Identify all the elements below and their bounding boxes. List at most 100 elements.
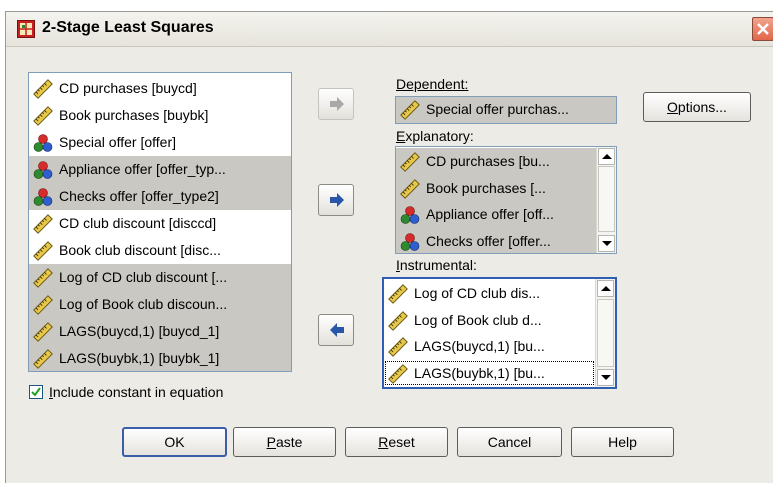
variable-item[interactable]: LAGS(buybk,1) [buybk_1] — [29, 345, 291, 371]
variable-item-label: Appliance offer [offer_typ... — [59, 161, 226, 177]
paste-button[interactable]: Paste — [233, 427, 336, 457]
scale-ruler-icon — [388, 284, 408, 304]
move-to-dependent-button[interactable] — [318, 88, 354, 120]
explanatory-item[interactable]: Book purchases [... — [396, 174, 596, 201]
explanatory-item-label: CD purchases [bu... — [426, 153, 550, 169]
instrumental-label: Instrumental: — [396, 257, 477, 273]
nominal-balls-icon — [33, 134, 53, 152]
variable-item[interactable]: CD club discount [disccd] — [29, 210, 291, 237]
variable-item[interactable]: Book club discount [disc... — [29, 237, 291, 264]
instrumental-item[interactable]: Log of Book club d... — [384, 307, 595, 334]
explanatory-item-label: Book purchases [... — [426, 179, 546, 196]
cancel-button[interactable]: Cancel — [457, 427, 562, 457]
dependent-variable-label: Special offer purchas... — [426, 101, 569, 117]
instrumental-list[interactable]: Log of CD club dis... Log of Book club d.… — [382, 277, 617, 389]
ok-button[interactable]: OK — [122, 427, 227, 457]
app-icon — [17, 20, 35, 38]
variable-item[interactable]: CD purchases [buycd] — [29, 75, 291, 102]
vertical-scrollbar[interactable] — [596, 147, 616, 253]
instrumental-item[interactable]: Log of CD club dis... — [384, 280, 595, 307]
scroll-down-arrow-icon — [601, 375, 611, 380]
dependent-field[interactable]: Special offer purchas... — [395, 96, 617, 124]
variable-item-label: Log of CD club discount [... — [59, 269, 228, 285]
checkmark-icon — [31, 387, 41, 397]
scale-ruler-icon — [400, 152, 420, 172]
variable-item[interactable]: Book purchases [buybk] — [29, 102, 291, 129]
variable-item[interactable]: Appliance offer [offer_typ... — [29, 156, 291, 183]
explanatory-list[interactable]: CD purchases [bu... Book purchases [... Ap… — [395, 146, 617, 254]
variable-item-label: Checks offer [offer_type2] — [59, 188, 219, 204]
variable-item-label: LAGS(buybk,1) [buybk_1] — [59, 350, 220, 366]
explanatory-label-text: Explanatory: — [396, 128, 474, 144]
close-icon — [757, 23, 769, 35]
scroll-thumb[interactable] — [598, 166, 615, 232]
scroll-down-button[interactable] — [598, 235, 615, 252]
options-button[interactable]: Options... — [643, 92, 751, 122]
nominal-balls-icon — [400, 206, 420, 224]
scroll-up-button[interactable] — [598, 148, 615, 165]
variable-item-label: LAGS(buycd,1) [buycd_1] — [59, 323, 220, 339]
close-button[interactable] — [752, 17, 773, 41]
left-arrow-icon — [330, 323, 344, 337]
variable-item[interactable]: Log of CD club discount [... — [29, 264, 291, 291]
explanatory-item-label: Checks offer [offer... — [426, 232, 551, 249]
scale-ruler-icon — [33, 241, 53, 261]
variable-item-label: Log of Book club discoun... — [59, 296, 228, 312]
scale-ruler-icon — [33, 214, 53, 234]
variable-item-label: CD purchases [buycd] — [59, 80, 197, 96]
variable-item[interactable]: Log of Book club discoun... — [29, 291, 291, 318]
cancel-button-label: Cancel — [487, 434, 532, 450]
variable-item-label: Book club discount [disc... — [59, 242, 221, 258]
move-back-from-instrumental-button[interactable] — [318, 314, 354, 346]
instrumental-label-text: Instrumental: — [396, 257, 477, 273]
scale-ruler-icon — [33, 268, 53, 288]
dependent-label-text: Dependent: — [396, 76, 469, 92]
variable-item[interactable]: LAGS(buycd,1) [buycd_1] — [29, 318, 291, 345]
explanatory-item-label: Appliance offer [off... — [426, 206, 554, 222]
ok-button-label: OK — [164, 434, 185, 450]
help-button[interactable]: Help — [571, 427, 674, 457]
nominal-balls-icon — [400, 232, 420, 251]
scale-ruler-icon — [388, 310, 408, 331]
explanatory-label: Explanatory: — [396, 128, 474, 144]
paste-button-label: Paste — [266, 434, 303, 450]
instrumental-item-label: Log of Book club d... — [414, 311, 542, 328]
scale-ruler-icon — [33, 349, 53, 369]
variable-item[interactable]: Special offer [offer] — [29, 129, 291, 156]
variable-list[interactable]: CD purchases [buycd] Book purchases [buyb… — [28, 72, 292, 372]
variable-item-label: Special offer [offer] — [59, 134, 176, 150]
scale-ruler-icon — [388, 337, 408, 357]
variable-item[interactable]: Checks offer [offer_type2] — [29, 183, 291, 210]
explanatory-item[interactable]: Checks offer [offer... — [396, 227, 596, 253]
right-arrow-icon — [330, 193, 344, 207]
scale-ruler-icon — [33, 106, 53, 126]
title-bar[interactable]: 2-Stage Least Squares — [6, 12, 773, 47]
dependent-variable[interactable]: Special offer purchas... — [396, 97, 616, 123]
scroll-up-button[interactable] — [597, 280, 614, 297]
scale-ruler-icon — [388, 363, 408, 384]
instrumental-item-label: Log of CD club dis... — [414, 285, 541, 301]
instrumental-item[interactable]: LAGS(buycd,1) [bu... — [384, 333, 595, 360]
instrumental-item-label: LAGS(buybk,1) [bu... — [414, 364, 545, 381]
explanatory-item[interactable]: CD purchases [bu... — [396, 148, 596, 175]
vertical-scrollbar[interactable] — [595, 279, 615, 387]
include-constant-label-text: Include constant in equation — [49, 384, 224, 400]
include-constant-checkbox[interactable] — [29, 385, 43, 399]
include-constant-label[interactable]: Include constant in equation — [49, 384, 223, 400]
explanatory-item[interactable]: Appliance offer [off... — [396, 201, 596, 228]
reset-button-label: Reset — [378, 434, 415, 450]
instrumental-item[interactable]: LAGS(buybk,1) [bu... — [384, 360, 595, 387]
reset-button[interactable]: Reset — [345, 427, 448, 457]
scale-ruler-icon — [400, 178, 420, 199]
help-button-label: Help — [608, 434, 637, 450]
variable-item-label: CD club discount [disccd] — [59, 215, 217, 231]
options-button-label: Options... — [667, 99, 727, 115]
two-stage-least-squares-dialog: 2-Stage Least Squares CD purchases [buyc… — [5, 11, 773, 483]
move-to-explanatory-button[interactable] — [318, 184, 354, 216]
window-title: 2-Stage Least Squares — [42, 19, 214, 36]
dependent-label: Dependent: — [396, 76, 468, 92]
scroll-down-arrow-icon — [602, 241, 612, 246]
scroll-thumb[interactable] — [597, 299, 614, 367]
scale-ruler-icon — [400, 100, 420, 120]
scroll-down-button[interactable] — [597, 369, 614, 386]
